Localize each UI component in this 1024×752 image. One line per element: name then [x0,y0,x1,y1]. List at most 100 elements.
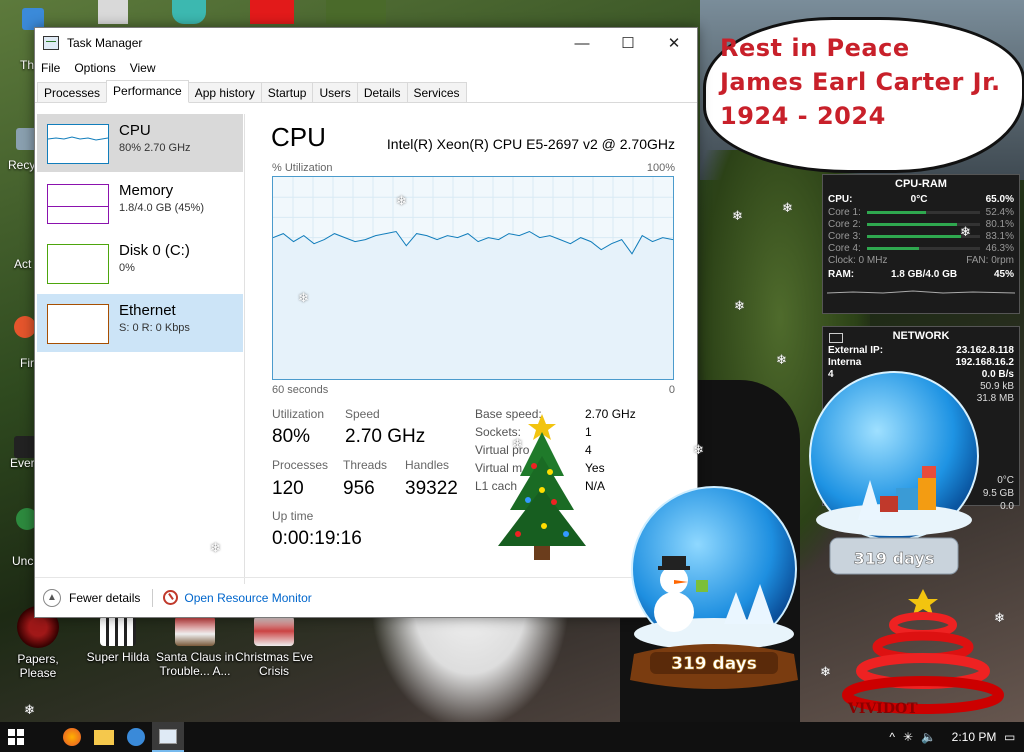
snowflake-icon: ❄ [732,208,743,223]
open-resource-monitor-link[interactable]: Open Resource Monitor [184,591,311,605]
tray-chevron-icon[interactable]: ^ [889,730,895,744]
snowflake-icon: ❄ [512,436,523,451]
gadget-title: CPU-RAM [895,178,947,190]
desktop-icon-christmas-eve-crisis[interactable]: Christmas Eve Crisis [234,616,314,678]
tray-network-icon[interactable]: ✳ [903,730,913,744]
gadget-ext-label: External IP: [828,345,884,356]
firefox-icon [63,728,81,746]
desktop-icon-top-2[interactable] [172,0,206,24]
desktop-icon-top-3[interactable] [326,0,386,24]
desktop-label-3[interactable]: Act [14,257,31,271]
menu-options[interactable]: Options [74,61,115,75]
sidebar-item-label: Disk 0 (C:) [119,242,190,259]
snowflake-icon: ❄ [776,352,787,367]
sidebar-item-disk[interactable]: Disk 0 (C:) 0% [37,234,243,292]
sidebar-item-sub: S: 0 R: 0 Kbps [119,322,190,334]
graph-time-span: 60 seconds [272,384,329,396]
handles-label: Handles [405,458,450,472]
tab-performance[interactable]: Performance [106,80,189,103]
start-button[interactable] [0,722,32,752]
notification-icon[interactable]: ▭ [1004,730,1024,744]
gadget-core-value: 46.3% [985,243,1014,254]
processes-value: 120 [272,478,304,499]
desktop-label-4[interactable]: Fir [20,356,34,370]
snow-globe-snowman: 319 days [630,486,798,689]
task-manager-window[interactable]: Task Manager — ☐ ✕ File Options View Pro… [34,27,698,618]
snowflake-icon: ❄ [734,298,745,313]
snowflake-icon: ❄ [782,200,793,215]
uptime-label: Up time [272,509,314,523]
tab-services[interactable]: Services [406,82,467,102]
snowflake-icon: ❄ [396,193,407,208]
spiral-tree-decoration: VIVIDOT [842,589,1004,715]
desktop-label-5[interactable]: Ever [10,456,35,470]
desktop-label-1[interactable]: Th [20,58,34,72]
fewer-details-link[interactable]: Fewer details [69,591,140,605]
title-bar[interactable]: Task Manager — ☐ ✕ [35,28,697,58]
tab-startup[interactable]: Startup [260,82,314,102]
globe-days-label: 319 days [854,549,935,568]
gadget-ram-value: 1.8 GB/4.0 GB [890,269,958,280]
taskbar-task-manager[interactable] [152,722,184,752]
background-coat [370,600,570,730]
tab-users[interactable]: Users [312,82,358,102]
clock-time: 2:10 PM [951,730,997,744]
gadget-core-row: Core 3: 83.1% [823,231,1019,243]
close-button[interactable]: ✕ [651,28,697,58]
sticker-line-1: Rest in Peace [720,34,910,62]
tab-details[interactable]: Details [356,82,408,102]
cpu-graph-svg [273,177,673,379]
desktop-icon-super-hilda[interactable]: Super Hilda [80,616,156,664]
gadget-core-label: Core 4: [828,243,861,254]
mcdonalds-icon[interactable] [250,0,294,24]
disk-thumbnail [47,244,109,284]
sidebar-item-label: CPU [119,122,151,139]
watermark-text: VIVIDOT [847,701,918,715]
desktop-icon-label: Santa Claus in Trouble... A... [155,650,235,678]
chevron-up-icon[interactable]: ▲ [43,588,61,607]
tray-volume-icon[interactable]: 🔈 [921,730,936,744]
sidebar-item-ethernet[interactable]: Ethernet S: 0 R: 0 Kbps [37,294,243,352]
snow-globe-gifts: 319 days [809,371,979,575]
app-icon [127,728,145,746]
graph-time-zero: 0 [668,384,675,396]
snowflake-icon: ❄ [693,442,704,457]
uptime-value: 0:00:19:16 [272,528,362,549]
utilization-axis-label: % Utilization [272,162,333,174]
taskbar-firefox[interactable] [56,722,88,752]
gadget-core-value: 52.4% [985,207,1014,218]
resource-monitor-icon[interactable] [163,590,179,605]
minimize-button[interactable]: — [559,28,605,58]
maximize-button[interactable]: ☐ [605,28,651,58]
speed-value: 2.70 GHz [345,426,426,447]
desktop-label-6[interactable]: Unc [12,554,33,568]
sidebar-item-sub: 0% [119,262,135,274]
taskbar-app[interactable] [120,722,152,752]
tab-processes[interactable]: Processes [37,82,108,102]
gadget-ext-ip: 23.162.8.118 [956,345,1014,356]
sidebar-item-sub: 80% 2.70 GHz [119,142,191,154]
gadget-core-row: Core 2: 80.1% [823,219,1019,231]
gadget-core-bar [866,211,980,214]
tab-app-history[interactable]: App history [187,82,262,102]
app-icon[interactable] [14,436,36,458]
memorial-sticker: Rest in Peace James Earl Carter Jr. 1924… [706,20,1022,170]
clock[interactable]: 2:10 PM [944,730,1004,744]
menu-file[interactable]: File [41,61,60,75]
firefox-icon[interactable] [14,316,36,338]
desktop-label-2[interactable]: Recy [8,158,35,172]
desktop-icon-santa-claus[interactable]: Santa Claus in Trouble... A... [155,616,235,678]
sidebar-item-cpu[interactable]: CPU 80% 2.70 GHz [37,114,243,172]
cpu-ram-gadget[interactable]: CPU-RAM CPU: 0°C 65.0% Core 1: 52.4% Core … [822,174,1020,314]
speed-label: Speed [345,407,380,421]
menu-view[interactable]: View [130,61,156,75]
monitor-icon [829,333,843,343]
snowflake-icon: ❄ [24,702,35,717]
ethernet-thumbnail [47,304,109,344]
snowflake-icon: ❄ [960,224,971,239]
taskbar-file-explorer[interactable] [88,722,120,752]
utilization-axis-max: 100% [646,162,675,174]
cpu-utilization-graph [272,176,674,380]
sidebar-item-memory[interactable]: Memory 1.8/4.0 GB (45%) [37,174,243,232]
desktop-icon-top[interactable] [98,0,128,24]
